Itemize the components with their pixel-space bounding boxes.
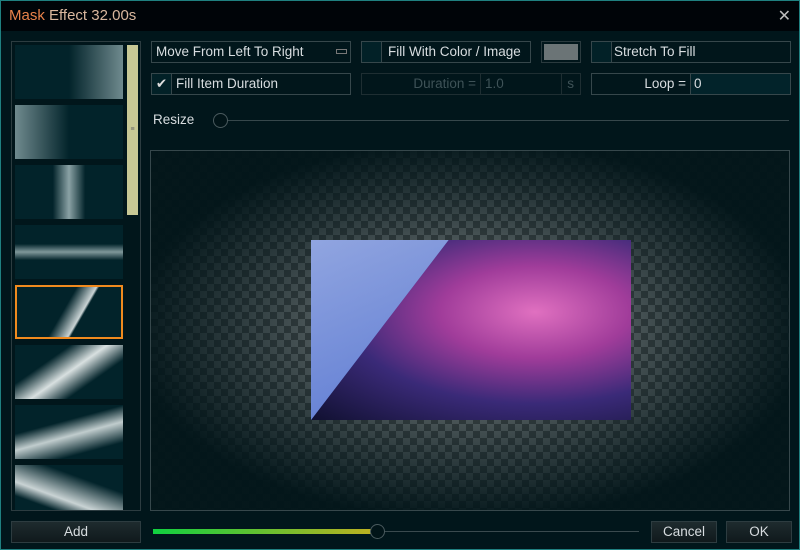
resize-slider-track[interactable] — [220, 120, 789, 121]
add-button[interactable]: Add — [11, 521, 141, 543]
loop-input[interactable]: 0 — [690, 74, 790, 94]
mask-thumbnail[interactable] — [15, 225, 123, 279]
title-bar: Mask Effect 32.00s ✕ — [1, 1, 799, 31]
check-icon: ✔ — [152, 74, 172, 94]
resize-label: Resize — [153, 112, 195, 127]
resize-slider-knob[interactable] — [213, 113, 228, 128]
duration-field[interactable]: Duration = 1.0 s — [361, 73, 581, 95]
mask-thumbnail[interactable] — [15, 345, 123, 399]
color-swatch-button[interactable] — [541, 41, 581, 63]
fill-with-color-checkbox[interactable]: Fill With Color / Image — [361, 41, 531, 63]
mask-thumbnail-selected[interactable] — [15, 285, 123, 339]
dropdown-icon — [336, 49, 347, 54]
mask-thumbnail[interactable] — [15, 165, 123, 219]
fill-item-duration-checkbox[interactable]: ✔ Fill Item Duration — [151, 73, 351, 95]
scrollbar-thumb[interactable]: ≡ — [127, 45, 138, 215]
timeline-slider-knob[interactable] — [369, 524, 385, 539]
ok-button[interactable]: OK — [726, 521, 792, 543]
mask-thumbnail[interactable] — [15, 465, 123, 510]
mask-thumbnail-list: ≡ — [11, 41, 141, 511]
mask-effect-dialog: Mask Effect 32.00s ✕ ≡ Move From Left To… — [0, 0, 800, 550]
mask-thumbnail[interactable] — [15, 45, 123, 99]
dialog-title: Mask Effect 32.00s — [9, 7, 137, 24]
cancel-button[interactable]: Cancel — [651, 521, 717, 543]
mask-thumbnail[interactable] — [15, 105, 123, 159]
timeline-progress-fill — [153, 529, 377, 534]
color-swatch — [544, 44, 578, 60]
stretch-to-fill-checkbox[interactable]: Stretch To Fill — [591, 41, 791, 63]
duration-input[interactable]: 1.0 — [480, 74, 562, 94]
preview-image — [311, 240, 631, 420]
mask-thumbnail[interactable] — [15, 405, 123, 459]
direction-dropdown[interactable]: Move From Left To Right — [151, 41, 351, 63]
loop-field[interactable]: Loop = 0 — [591, 73, 791, 95]
close-icon[interactable]: ✕ — [778, 6, 791, 26]
preview-canvas — [150, 150, 790, 511]
